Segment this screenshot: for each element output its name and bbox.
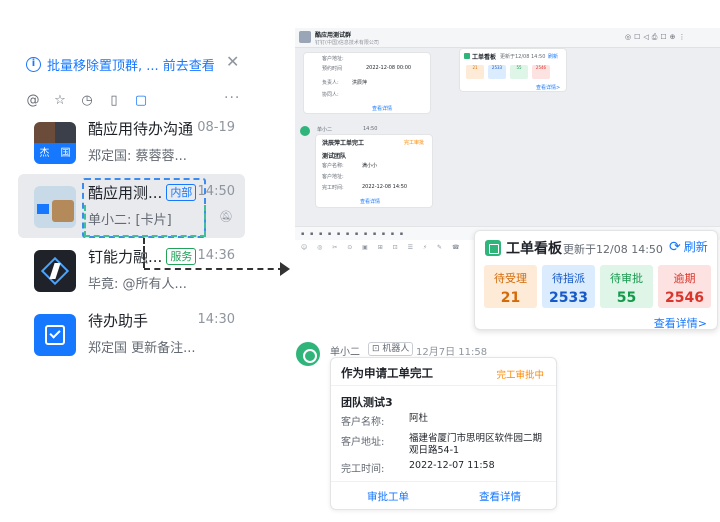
refresh-icon: ⟳ xyxy=(669,239,681,255)
info-icon: i xyxy=(26,56,41,72)
board-title: 工单看板 xyxy=(506,241,562,257)
chat-filter-bar: @ ☆ ◷ ▯ ▢ ··· xyxy=(26,90,246,112)
chat-item[interactable]: 钉能力融... 服务 14:36 毕竟: @所有人... xyxy=(18,238,245,302)
clock-filter-icon[interactable]: ◷ xyxy=(80,94,94,108)
mute-bell-icon: 🔕︎ xyxy=(219,210,233,223)
chat-name: 酷应用待办沟通 xyxy=(88,120,194,138)
connector-line xyxy=(143,238,145,268)
group-avatar: 杰 国 xyxy=(34,122,76,164)
mini-message-card: 洪辰萍工单完工 完工审批 测试团队 客户名称: 满小小 客户地址: 完工时间: … xyxy=(315,134,433,208)
banner-text[interactable]: 批量移除置顶群, ... 前去查看 xyxy=(47,55,215,74)
card-header: 作为申请工单完工 完工审批中 xyxy=(331,358,556,386)
field-label: 客户名称: xyxy=(341,417,385,428)
chat-name: 待办助手 xyxy=(88,312,149,330)
close-icon[interactable]: ✕ xyxy=(226,52,239,71)
chat-preview: 郑定国 更新备注... xyxy=(88,341,196,356)
group-avatar xyxy=(34,186,76,228)
highlight-outline-inner xyxy=(84,205,206,237)
chat-time: 14:36 xyxy=(197,248,235,263)
field-label: 客户地址: xyxy=(341,437,385,448)
ticket-board-card: 工单看板 更新于12/08 14:50 ⟳ 刷新 待受理 21 待指派 2533 … xyxy=(474,230,718,330)
card-title: 作为申请工单完工 xyxy=(341,366,433,380)
mention-filter-icon[interactable]: @ xyxy=(26,94,40,108)
field-value: 2022-12-07 11:58 xyxy=(409,460,495,471)
sender-name: 单小二 xyxy=(330,347,360,358)
arrow-head-icon xyxy=(280,262,290,276)
card-footer: 审批工单 查看详情 xyxy=(331,481,556,509)
board-updated-time: 更新于12/08 14:50 xyxy=(563,243,663,256)
view-details-button[interactable]: 查看详情 xyxy=(479,489,521,504)
more-icon[interactable]: ··· xyxy=(224,90,240,106)
chat-item[interactable]: 杰 国 酷应用待办沟通 08-19 郑定国: 蔡蓉蓉... xyxy=(18,110,245,174)
service-tag: 服务 xyxy=(166,248,197,265)
robot-badge: ⊡ 机器人 xyxy=(368,342,414,356)
chat-time: 08-19 xyxy=(197,120,235,135)
stat-pending-assign[interactable]: 待指派 2533 xyxy=(542,265,595,308)
batch-remove-banner[interactable]: i 批量移除置顶群, ... 前去查看 ✕ xyxy=(26,52,256,76)
stat-pending-approval[interactable]: 待审批 55 xyxy=(600,265,653,308)
doc-filter-icon[interactable]: ▢ xyxy=(134,94,148,108)
stat-pending-accept[interactable]: 待受理 21 xyxy=(484,265,537,308)
stat-overdue[interactable]: 逾期 2546 xyxy=(658,265,711,308)
chat-item[interactable]: 待办助手 14:30 郑定国 更新备注... xyxy=(18,302,245,366)
chat-preview: 郑定国: 蔡蓉蓉... xyxy=(88,149,187,164)
team-name: 团队测试3 xyxy=(341,396,393,409)
message-time: 12月7日 11:58 xyxy=(416,347,488,358)
cup-filter-icon[interactable]: ▯ xyxy=(107,94,121,108)
field-value: 阿杜 xyxy=(409,413,429,424)
chat-time: 14:30 xyxy=(197,312,235,327)
mini-card: 客户地址: 预约时间 2022-12-08 00:00 负责人: 洪辰萍 协同人… xyxy=(303,52,431,114)
mini-titlebar: 酷应用测试群 钉钉(中国)信息技术有限公司 ◎☐◁⎙☐⊕⋮ xyxy=(295,28,720,48)
ticket-completion-card: 作为申请工单完工 完工审批中 团队测试3 客户名称: 阿杜 客户地址: 福建省厦… xyxy=(330,357,557,510)
app-avatar xyxy=(34,250,76,292)
todo-assistant-avatar xyxy=(34,314,76,356)
approve-ticket-button[interactable]: 审批工单 xyxy=(367,489,409,504)
field-value: 福建省厦门市思明区软件园二期观日路54-1 xyxy=(409,433,543,456)
chat-preview: 毕竟: @所有人... xyxy=(88,277,187,292)
refresh-button[interactable]: ⟳ 刷新 xyxy=(669,238,708,255)
star-filter-icon[interactable]: ☆ xyxy=(53,94,67,108)
bot-avatar[interactable] xyxy=(296,342,320,366)
mini-board: 工单看板 更新于12/08 14:50 刷新 21 2533 55 2546 查… xyxy=(459,48,567,92)
board-details-link[interactable]: 查看详情> xyxy=(654,315,707,331)
connector-arrow-line xyxy=(144,268,284,270)
field-label: 完工时间: xyxy=(341,464,385,475)
board-logo-icon xyxy=(485,240,501,256)
card-status: 完工审批中 xyxy=(496,370,544,381)
